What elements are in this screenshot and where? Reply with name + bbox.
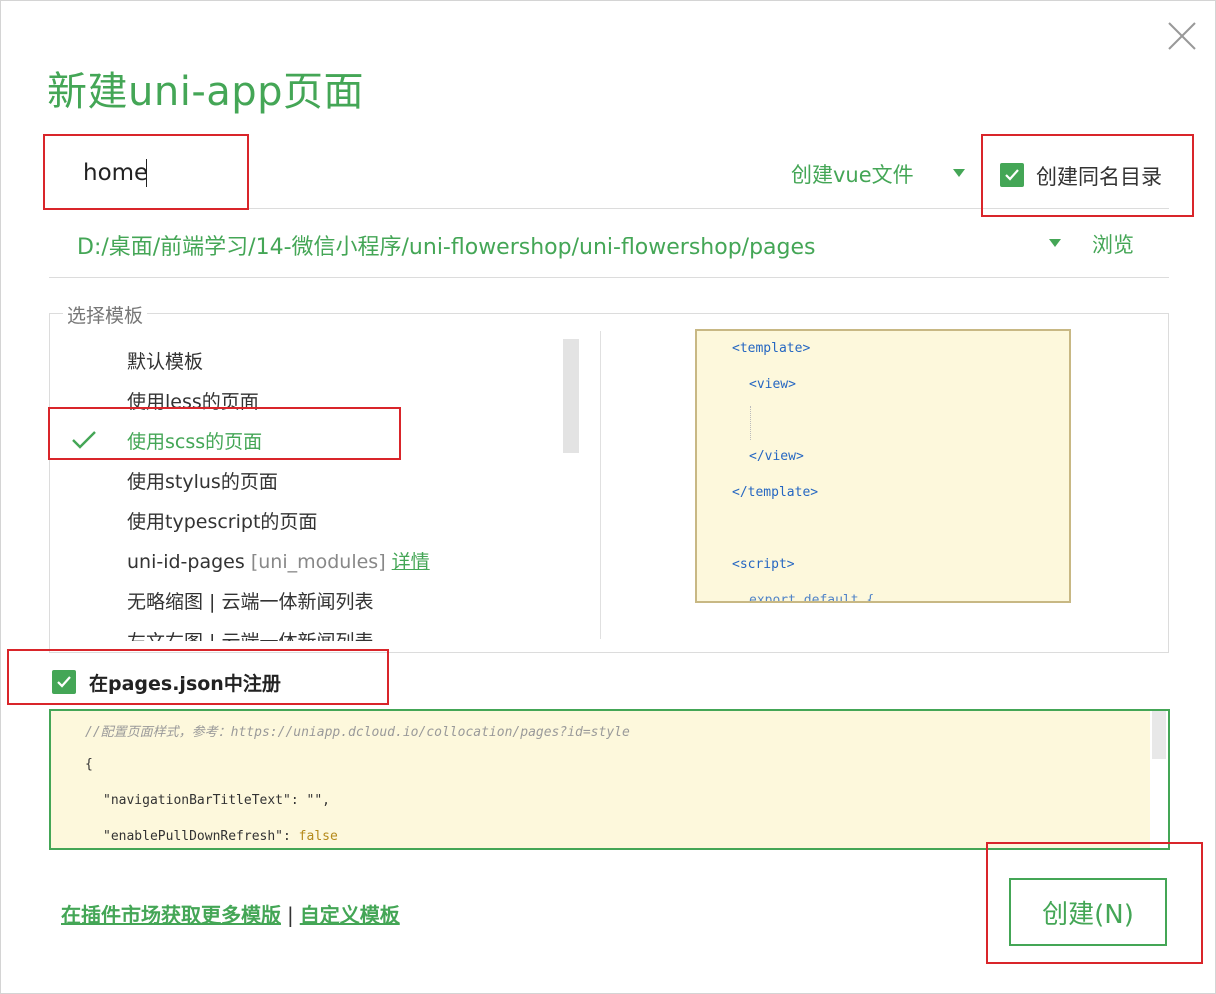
code-line: <script> (732, 557, 795, 572)
json-key: "enablePullDownRefresh" (103, 829, 284, 844)
check-icon (1005, 169, 1019, 181)
same-dir-checkbox[interactable] (1000, 163, 1024, 187)
file-type-label: 创建vue文件 (791, 163, 914, 187)
divider (49, 277, 1169, 278)
list-item[interactable]: 使用stylus的页面 (127, 467, 278, 494)
indent-guide (750, 406, 751, 440)
template-legend: 选择模板 (63, 301, 148, 328)
footer-links: 在插件市场获取更多模版 | 自定义模板 (61, 899, 400, 928)
editor-scrollbar[interactable] (1152, 711, 1166, 759)
list-item[interactable]: uni-id-pages [uni_modules] 详情 (127, 547, 430, 574)
page-name-input[interactable] (73, 153, 383, 193)
template-list-scrollbar[interactable] (563, 339, 579, 453)
list-item[interactable]: 左文右图 | 云端一体新闻列表 (127, 627, 373, 641)
footer-separator: | (287, 903, 294, 927)
browse-button[interactable]: 浏览 (1092, 229, 1134, 259)
template-preview: <template> <view> </view> </template> <s… (695, 329, 1071, 603)
list-item-selected[interactable]: 使用scss的页面 (127, 427, 262, 454)
text-caret (146, 159, 147, 187)
pages-json-editor[interactable]: //配置页面样式，参考：https://uniapp.dcloud.io/col… (49, 709, 1170, 850)
list-item-sub: [uni_modules] (250, 551, 386, 573)
list-item[interactable]: 默认模板 (127, 347, 203, 374)
json-sep: : (283, 829, 299, 844)
path-field[interactable]: D:/桌面/前端学习/14-微信小程序/uni-flowershop/uni-f… (77, 229, 815, 261)
code-line: export default { (749, 593, 875, 603)
path-dropdown-icon[interactable] (1049, 239, 1061, 247)
json-bool: false (298, 829, 338, 844)
custom-template-link[interactable]: 自定义模板 (300, 903, 400, 927)
selected-check-icon (72, 431, 96, 449)
new-page-dialog: 新建uni-app页面 创建vue文件 创建同名目录 D:/桌面/前端学习/14… (0, 0, 1216, 994)
divider (600, 331, 601, 639)
dialog-title: 新建uni-app页面 (47, 69, 365, 115)
dropdown-triangle-icon[interactable] (953, 169, 965, 177)
code-line: <view> (749, 377, 796, 392)
register-label: 在pages.json中注册 (89, 673, 281, 695)
code-line: </view> (749, 449, 804, 464)
json-value: : "", (290, 793, 330, 808)
code-line: <template> (732, 341, 811, 356)
close-icon[interactable] (1165, 19, 1199, 53)
json-brace: { (85, 757, 93, 772)
register-checkbox[interactable] (52, 670, 76, 694)
code-line: </template> (732, 485, 819, 500)
json-comment: //配置页面样式，参考：https://uniapp.dcloud.io/col… (85, 725, 630, 740)
json-key: "navigationBarTitleText" (103, 793, 291, 808)
same-dir-label: 创建同名目录 (1036, 165, 1162, 189)
template-list[interactable]: 默认模板 使用less的页面 使用scss的页面 使用stylus的页面 使用t… (51, 337, 583, 641)
create-button[interactable]: 创建(N) (1009, 878, 1167, 946)
details-link[interactable]: 详情 (392, 551, 430, 573)
plugin-market-link[interactable]: 在插件市场获取更多模版 (61, 903, 281, 927)
list-item[interactable]: 使用less的页面 (127, 387, 259, 414)
list-item[interactable]: 使用typescript的页面 (127, 507, 317, 534)
divider (49, 208, 1169, 209)
check-icon (57, 676, 71, 688)
list-item[interactable]: 无略缩图 | 云端一体新闻列表 (127, 587, 373, 614)
file-type-dropdown[interactable]: 创建vue文件 (791, 159, 914, 189)
